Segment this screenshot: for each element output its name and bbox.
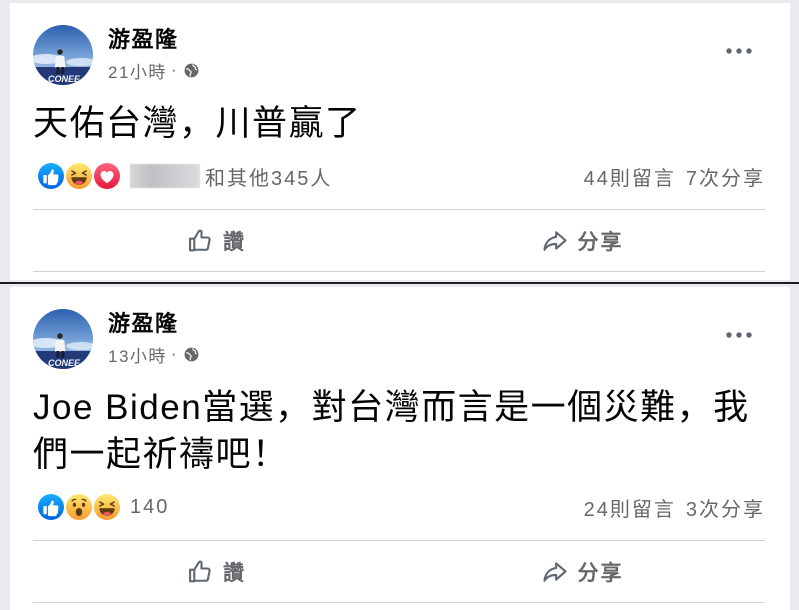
more-options-button[interactable] (723, 325, 755, 345)
comments-count[interactable]: 44則留言 (584, 162, 676, 191)
wow-icon (64, 492, 93, 522)
shares-count[interactable]: 3次分享 (686, 493, 765, 522)
avatar-caption: CONEE (48, 358, 81, 368)
reaction-count[interactable]: 和其他345人 (205, 162, 332, 191)
like-icon (36, 492, 65, 522)
post-card: CONEE 游盈隆 13小時 · Joe Biden當選，對台灣而言是一個災難，… (10, 287, 790, 610)
post-actions: 讚 分享 (33, 557, 765, 587)
love-icon (92, 161, 121, 191)
haha-icon (92, 492, 121, 522)
reactions-row: 和其他345人 44則留言 7次分享 (33, 161, 765, 191)
post-separator-line (0, 282, 799, 284)
post-text: Joe Biden當選，對台灣而言是一個災難，我 們一起祈禱吧！ (33, 384, 765, 478)
post-text-line: Joe Biden當選，對台灣而言是一個災難，我 (33, 388, 750, 427)
post-header: CONEE 游盈隆 13小時 · (33, 287, 765, 369)
post-meta: 13小時 · (108, 342, 199, 367)
like-button[interactable]: 讚 (33, 226, 399, 256)
divider (33, 271, 765, 272)
engagement-counts: 24則留言 3次分享 (584, 493, 765, 522)
avatar[interactable]: CONEE (33, 309, 93, 369)
share-button-label: 分享 (577, 231, 624, 254)
post-timestamp[interactable]: 21小時 (108, 58, 167, 83)
thumbs-up-icon (186, 558, 214, 586)
meta-separator: · (170, 344, 179, 363)
reactions-summary[interactable]: 140 (33, 492, 169, 522)
post-text-line: 天佑台灣，川普贏了 (33, 104, 362, 143)
share-button[interactable]: 分享 (399, 226, 765, 256)
redacted-names (130, 164, 200, 188)
author-name[interactable]: 游盈隆 (108, 27, 179, 53)
divider (33, 209, 765, 210)
avatar-caption: CONEE (48, 74, 81, 84)
post-actions: 讚 分享 (33, 226, 765, 256)
reaction-count[interactable]: 140 (130, 496, 169, 519)
post-timestamp[interactable]: 13小時 (108, 342, 167, 367)
avatar[interactable]: CONEE (33, 25, 93, 85)
share-arrow-icon (541, 227, 569, 255)
meta-separator: · (170, 60, 179, 79)
haha-icon (64, 161, 93, 191)
like-icon (36, 161, 65, 191)
author-name[interactable]: 游盈隆 (108, 311, 179, 337)
reactions-row: 140 24則留言 3次分享 (33, 492, 765, 522)
more-options-button[interactable] (723, 41, 755, 61)
globe-icon (184, 347, 199, 362)
reactions-summary[interactable]: 和其他345人 (33, 161, 332, 191)
like-button-label: 讚 (223, 562, 246, 585)
comments-count[interactable]: 24則留言 (584, 493, 676, 522)
divider (33, 540, 765, 541)
share-button-label: 分享 (577, 562, 624, 585)
shares-count[interactable]: 7次分享 (686, 162, 765, 191)
post-text: 天佑台灣，川普贏了 (33, 100, 765, 147)
divider (33, 602, 765, 603)
post-header: CONEE 游盈隆 21小時 · (33, 3, 765, 85)
like-button-label: 讚 (223, 231, 246, 254)
post-meta: 21小時 · (108, 58, 199, 83)
post-card: CONEE 游盈隆 21小時 · 天佑台灣，川普贏了 和其他345人 44則留言… (10, 3, 790, 280)
thumbs-up-icon (186, 227, 214, 255)
post-text-line: 們一起祈禱吧！ (33, 435, 289, 474)
more-dots-icon (726, 48, 752, 54)
engagement-counts: 44則留言 7次分享 (584, 162, 765, 191)
share-button[interactable]: 分享 (399, 557, 765, 587)
like-button[interactable]: 讚 (33, 557, 399, 587)
share-arrow-icon (541, 558, 569, 586)
globe-icon (184, 63, 199, 78)
more-dots-icon (726, 332, 752, 338)
